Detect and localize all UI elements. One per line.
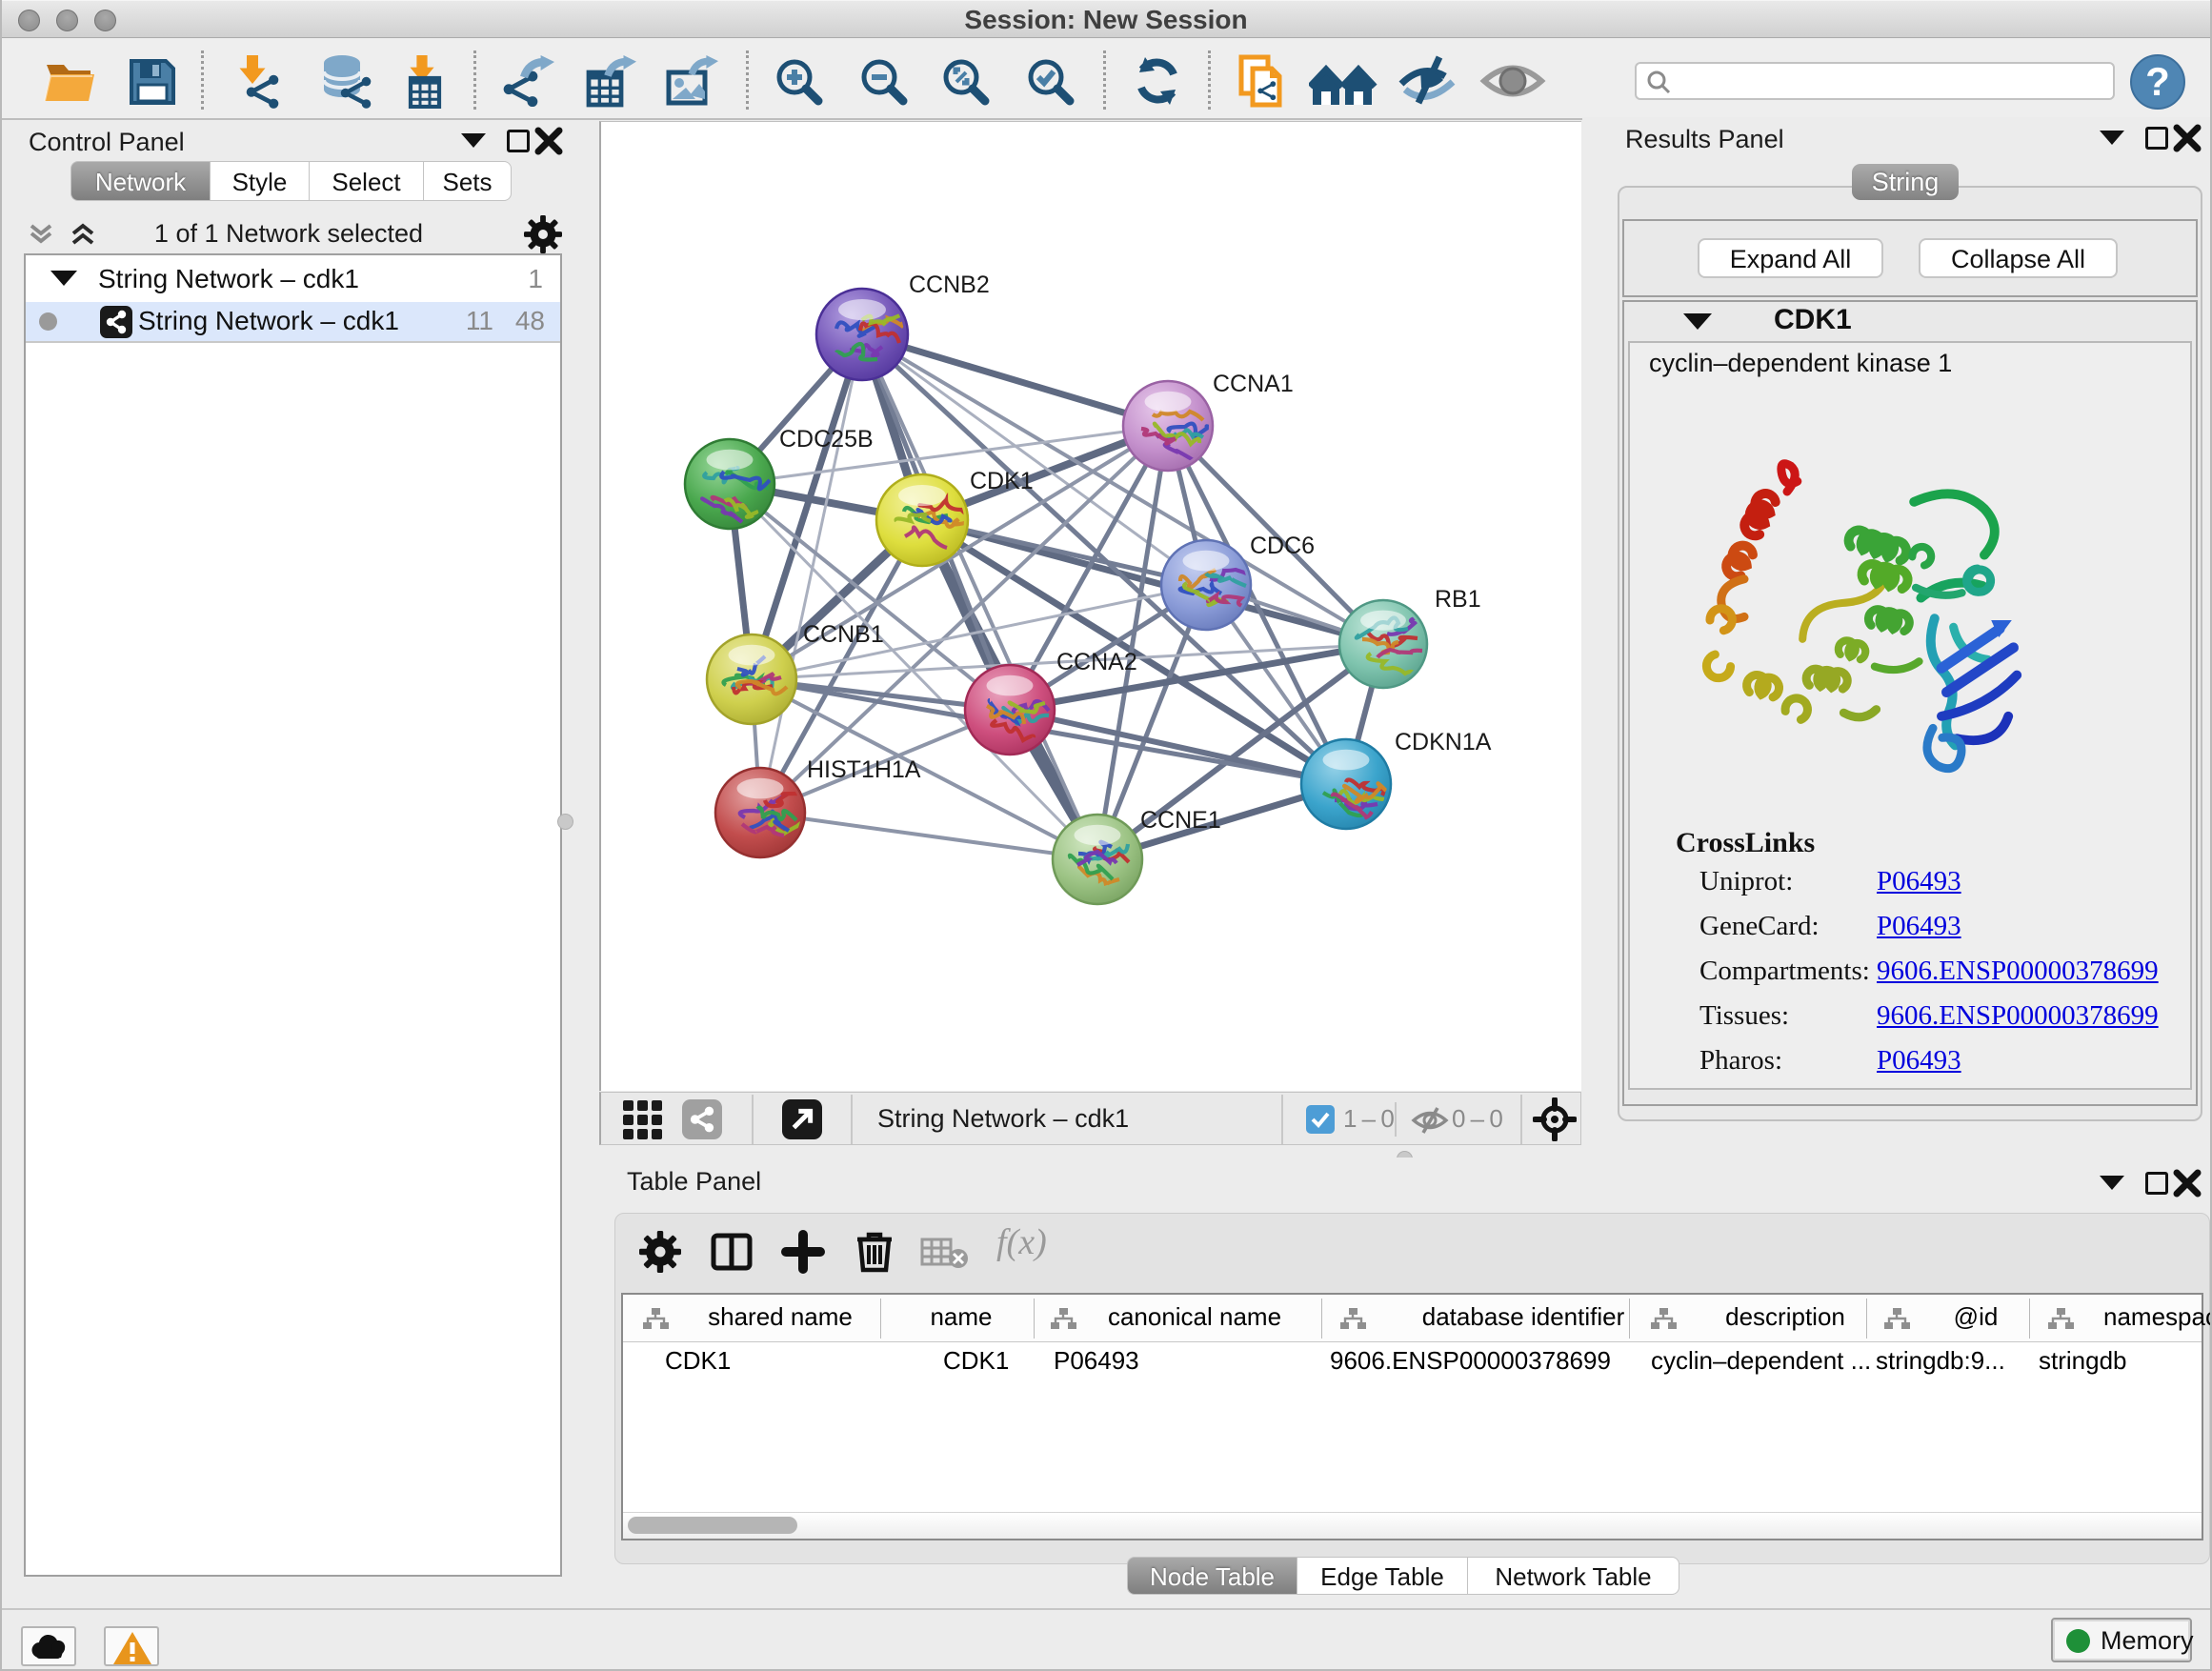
svg-text:CCNB2: CCNB2 (909, 272, 990, 298)
svg-text:CDC6: CDC6 (1250, 533, 1315, 559)
svg-text:CDKN1A: CDKN1A (1395, 729, 1492, 755)
svg-text:RB1: RB1 (1435, 586, 1481, 613)
svg-text:CCNA1: CCNA1 (1213, 371, 1294, 397)
svg-text:CCNA2: CCNA2 (1056, 649, 1137, 675)
svg-text:CDK1: CDK1 (970, 468, 1034, 494)
svg-text:?: ? (2145, 59, 2170, 104)
svg-text:CCNB1: CCNB1 (803, 621, 884, 648)
svg-text:CDC25B: CDC25B (779, 426, 874, 453)
svg-text:CCNE1: CCNE1 (1140, 807, 1221, 834)
svg-text:HIST1H1A: HIST1H1A (807, 756, 921, 783)
